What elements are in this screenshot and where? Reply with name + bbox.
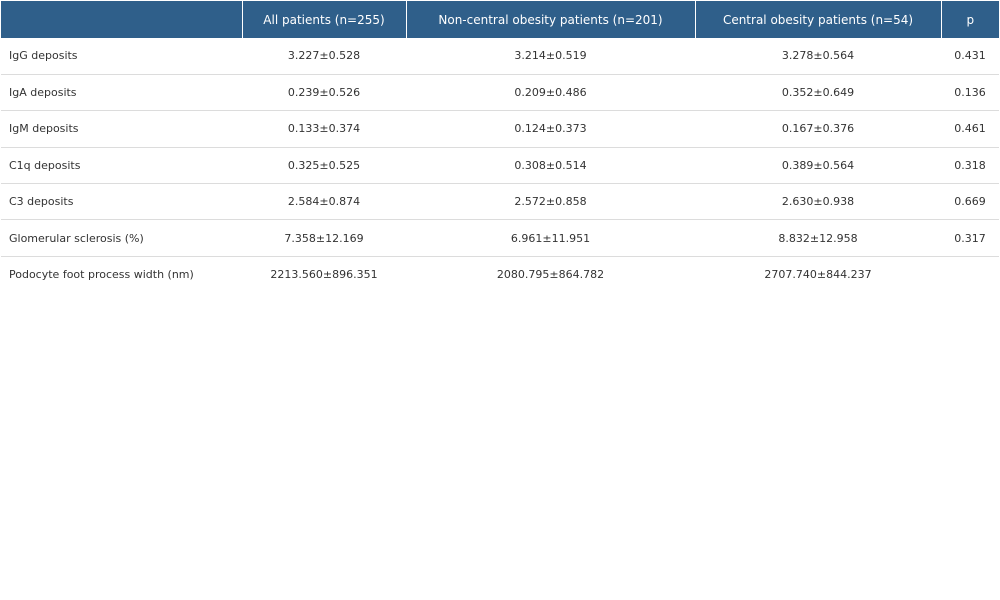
header-cell-non-central-obesity: Non-central obesity patients (n=201) [405, 1, 695, 38]
cell-p-value: 0.431 [954, 49, 986, 63]
header-cell-central-obesity: Central obesity patients (n=54) [694, 1, 941, 38]
cell-all-patients: 0.133±0.374 [287, 122, 361, 136]
cell-non-central-obesity: 3.214±0.519 [514, 49, 587, 63]
header-cell-all-patients: All patients (n=255) [241, 1, 406, 38]
row-label: Podocyte foot process width (nm) [9, 268, 194, 282]
cell-non-central-obesity: 0.308±0.514 [514, 158, 587, 172]
header-cell-label [1, 1, 242, 38]
cell-non-central-obesity: 0.124±0.373 [514, 122, 587, 136]
cell-all-patients: 3.227±0.528 [287, 49, 361, 63]
row-label: Glomerular sclerosis (%) [9, 231, 144, 245]
cell-all-patients: 2213.560±896.351 [270, 268, 378, 282]
table-body: IgG deposits 3.227±0.528 3.214±0.519 3.2… [1, 38, 999, 293]
table-row: IgG deposits 3.227±0.528 3.214±0.519 3.2… [1, 38, 999, 75]
cell-p-value: 0.136 [954, 86, 986, 100]
cell-all-patients: 2.584±0.874 [287, 195, 361, 209]
cell-non-central-obesity: 2080.795±864.782 [496, 268, 605, 282]
cell-central-obesity: 2.630±0.938 [781, 195, 855, 209]
cell-central-obesity: 8.832±12.958 [778, 231, 858, 245]
cell-central-obesity: 0.389±0.564 [781, 158, 855, 172]
cell-all-patients: 0.325±0.525 [287, 158, 361, 172]
table-row: C1q deposits 0.325±0.525 0.308±0.514 0.3… [1, 147, 999, 184]
row-label: C3 deposits [9, 195, 74, 209]
cell-p-value [941, 256, 999, 292]
table-row: C3 deposits 2.584±0.874 2.572±0.858 2.63… [1, 184, 999, 220]
cell-central-obesity: 0.167±0.376 [781, 122, 855, 136]
table-row: Glomerular sclerosis (%) 7.358±12.169 6.… [1, 220, 999, 257]
data-table: All patients (n=255) Non-central obesity… [1, 1, 999, 293]
cell-p-value: 0.461 [954, 122, 986, 136]
row-label: IgG deposits [9, 49, 78, 63]
table-row: IgM deposits 0.133±0.374 0.124±0.373 0.1… [1, 111, 999, 148]
cell-non-central-obesity: 0.209±0.486 [514, 86, 587, 100]
cell-non-central-obesity: 2.572±0.858 [514, 195, 587, 209]
row-label: IgA deposits [9, 86, 77, 100]
cell-all-patients: 7.358±12.169 [284, 231, 364, 245]
table-row: Podocyte foot process width (nm) 2213.56… [1, 256, 999, 292]
header-cell-p-value: p [940, 1, 999, 38]
row-label: IgM deposits [9, 122, 79, 136]
cell-non-central-obesity: 6.961±11.951 [510, 231, 591, 245]
table-row: IgA deposits 0.239±0.526 0.209±0.486 0.3… [1, 74, 999, 111]
cell-central-obesity: 3.278±0.564 [781, 49, 855, 63]
table-header: All patients (n=255) Non-central obesity… [1, 1, 999, 38]
cell-central-obesity: 2707.740±844.237 [764, 268, 872, 282]
row-label: C1q deposits [9, 158, 81, 172]
header-row: All patients (n=255) Non-central obesity… [1, 1, 999, 38]
cell-p-value: 0.318 [954, 158, 986, 172]
cell-central-obesity: 0.352±0.649 [781, 86, 855, 100]
cell-p-value: 0.317 [954, 231, 986, 245]
cell-all-patients: 0.239±0.526 [287, 86, 361, 100]
cell-p-value: 0.669 [954, 195, 986, 209]
